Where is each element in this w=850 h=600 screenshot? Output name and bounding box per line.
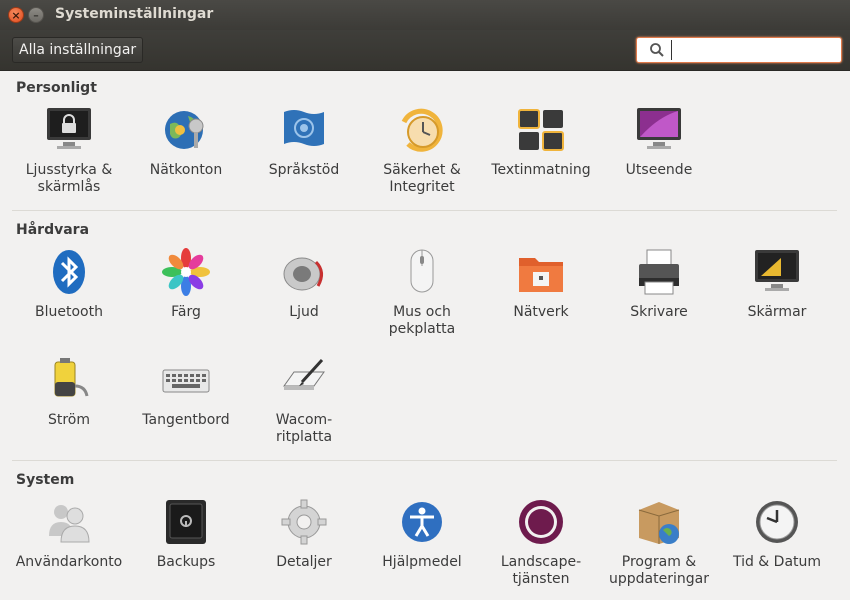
color-flower-icon [162,248,210,296]
item-label: Mus och pekplatta [388,304,456,337]
item-label: Säkerhet & Integritet [383,162,461,195]
search-box[interactable] [636,37,842,63]
item-label: Utseende [625,162,693,178]
display-icon [755,250,799,291]
gear-icon [281,499,327,545]
close-button[interactable]: × [8,7,24,23]
safe-icon [166,500,206,544]
item-label: Ljusstyrka & skärmlås [25,162,113,195]
item-label: Ström [47,412,91,428]
keyboard-icon [162,369,210,393]
item-label: Användarkonto [15,554,123,570]
bluetooth-icon [53,250,85,294]
speaker-icon [283,257,323,291]
section-title-system: System [16,472,75,488]
item-label: Skärmar [747,304,807,320]
section-separator [12,210,837,211]
item-label: Landscape- tjänsten [500,554,582,587]
software-box-icon [638,502,680,544]
landscape-icon [519,500,563,544]
lock-screen-icon [47,108,91,149]
item-label: Program & uppdateringar [609,554,709,587]
language-flag-icon [284,110,324,146]
search-icon [650,43,664,57]
users-icon [49,505,90,543]
item-label: Färg [171,304,201,320]
section-separator [12,460,837,461]
item-label: Hjälpmedel [382,554,462,570]
item-label: Tangentbord [142,412,230,428]
item-label: Ljud [289,304,319,320]
accessibility-icon [402,502,442,542]
title-bar: × – Systeminställningar [0,0,850,30]
minimize-button[interactable]: – [28,7,44,23]
section-title-personal: Personligt [16,80,97,96]
item-label: Tid & Datum [732,554,822,570]
mouse-icon [410,249,434,293]
all-settings-button[interactable]: Alla inställningar [12,37,144,63]
printer-icon [639,249,679,295]
item-label: Detaljer [276,554,332,570]
toolbar: Alla inställningar [0,30,850,71]
item-label: Nätkonton [149,162,223,178]
online-accounts-icon [165,111,204,149]
item-label: Nätverk [513,304,569,320]
text-entry-icon [518,109,564,151]
item-label: Wacom- ritplatta [275,412,333,445]
security-clock-icon [401,108,443,152]
item-label: Språkstöd [268,162,340,178]
settings-content: Personligt Ljusstyrka & skärmlås Nätkont… [0,72,850,600]
battery-icon [54,358,89,397]
item-label: Skrivare [630,304,688,320]
window-title: Systeminställningar [55,6,214,22]
settings-window: × – Systeminställningar Alla inställning… [0,0,850,600]
clock-icon [756,501,798,543]
wacom-tablet-icon [283,358,325,390]
appearance-monitor-icon [637,108,681,149]
item-label: Bluetooth [35,304,103,320]
network-folder-icon [519,258,563,292]
search-input[interactable] [671,40,836,60]
item-label: Backups [156,554,216,570]
item-label: Textinmatning [491,162,591,178]
section-title-hardware: Hårdvara [16,222,90,238]
